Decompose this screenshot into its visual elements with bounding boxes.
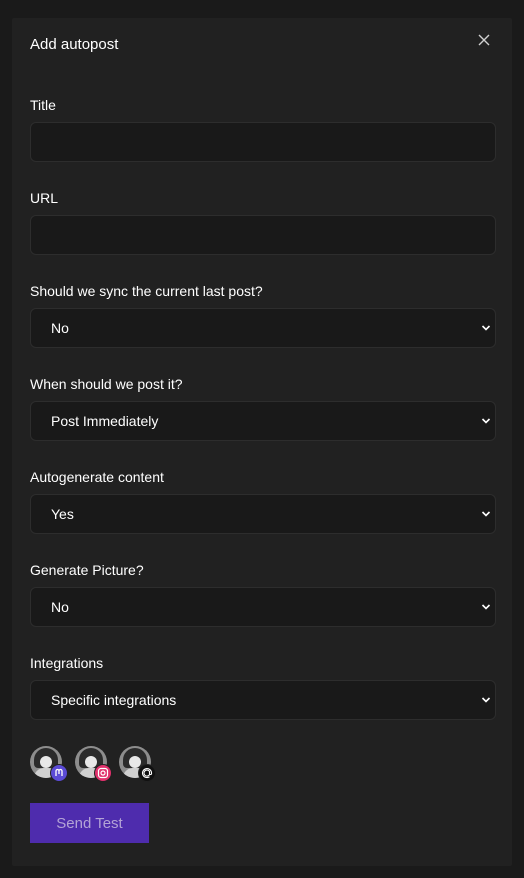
sync-select[interactable]: No	[30, 308, 496, 348]
chevron-down-icon	[481, 325, 491, 331]
when-select[interactable]: Post Immediately	[30, 401, 496, 441]
when-select-value: Post Immediately	[51, 413, 159, 429]
chevron-down-icon	[481, 511, 491, 517]
integrations-field-group: Integrations Specific integrations	[30, 654, 496, 720]
modal-title: Add autopost	[30, 36, 119, 53]
picture-select[interactable]: No	[30, 587, 496, 627]
mastodon-icon	[50, 764, 68, 782]
when-label: When should we post it?	[30, 376, 183, 392]
title-input[interactable]	[30, 122, 496, 162]
integrations-select[interactable]: Specific integrations	[30, 680, 496, 720]
picture-label: Generate Picture?	[30, 562, 144, 578]
url-label: URL	[30, 190, 59, 206]
url-input[interactable]	[30, 215, 496, 255]
when-field-group: When should we post it? Post Immediately	[30, 375, 496, 441]
close-icon[interactable]	[476, 32, 492, 48]
autogenerate-label: Autogenerate content	[30, 469, 164, 485]
title-field-group: Title	[30, 96, 496, 162]
chevron-down-icon	[481, 604, 491, 610]
picture-field-group: Generate Picture? No	[30, 561, 496, 627]
chevron-down-icon	[481, 697, 491, 703]
integrations-label: Integrations	[30, 655, 104, 671]
chevron-down-icon	[481, 418, 491, 424]
sync-select-value: No	[51, 320, 69, 336]
url-field-group: URL	[30, 189, 496, 255]
sync-field-group: Should we sync the current last post? No	[30, 282, 496, 348]
autogenerate-select[interactable]: Yes	[30, 494, 496, 534]
autogenerate-field-group: Autogenerate content Yes	[30, 468, 496, 534]
picture-select-value: No	[51, 599, 69, 615]
sync-label: Should we sync the current last post?	[30, 283, 263, 299]
send-test-button[interactable]: Send Test	[30, 803, 149, 843]
autogenerate-select-value: Yes	[51, 506, 74, 522]
add-autopost-modal: Add autopost Title URL Should we sync th…	[12, 18, 512, 866]
integrations-select-value: Specific integrations	[51, 692, 177, 708]
threads-icon	[138, 764, 156, 782]
instagram-icon	[94, 764, 112, 782]
title-label: Title	[30, 97, 56, 113]
